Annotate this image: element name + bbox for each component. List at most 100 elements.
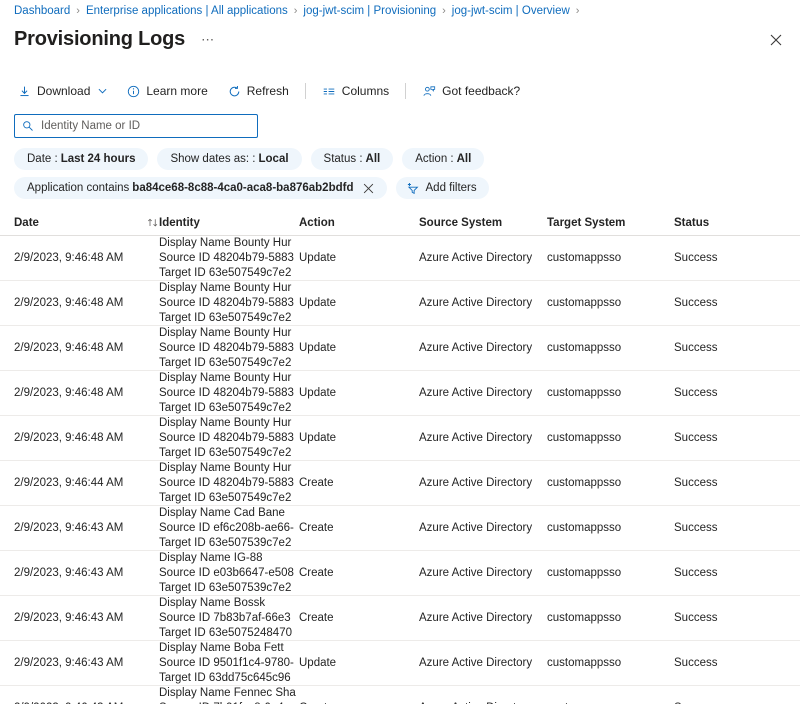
cell-target-system: customappsso: [547, 252, 674, 264]
cell-source-system: Azure Active Directory: [419, 342, 547, 354]
table-row[interactable]: 2/9/2023, 9:46:48 AM Display Name Bounty …: [0, 416, 800, 461]
breadcrumb: Dashboard › Enterprise applications | Al…: [0, 0, 800, 22]
table-row[interactable]: 2/9/2023, 9:46:43 AMDisplay Name Fennec …: [0, 686, 800, 704]
cell-action: Update: [299, 297, 419, 309]
filter-row-primary: Date : Last 24 hours Show dates as: : Lo…: [14, 148, 786, 170]
cell-target-system: customappsso: [547, 432, 674, 444]
cell-identity: Display Name Cad BaneSource ID ef6c208b-…: [159, 506, 299, 551]
learn-more-label: Learn more: [146, 84, 207, 98]
cell-date: 2/9/2023, 9:46:48 AM: [14, 432, 147, 444]
cell-source-system: Azure Active Directory: [419, 387, 547, 399]
filter-pill-action[interactable]: Action : All: [402, 148, 484, 170]
filter-pill-show-dates-as[interactable]: Show dates as: : Local: [157, 148, 301, 170]
close-blade-button[interactable]: [764, 28, 788, 52]
column-header-status[interactable]: Status: [674, 217, 764, 229]
download-button[interactable]: Download: [14, 77, 117, 105]
columns-button[interactable]: Columns: [312, 77, 399, 105]
cell-target-id: Target ID 63e507549c7e2: [159, 266, 299, 281]
filter-pill-status[interactable]: Status : All: [311, 148, 394, 170]
toolbar-divider: [405, 83, 406, 99]
cell-target-system: customappsso: [547, 522, 674, 534]
filter-row-secondary: Application contains ba84ce68-8c88-4ca0-…: [14, 177, 786, 199]
column-header-date[interactable]: Date: [14, 217, 147, 229]
cell-target-id: Target ID 63dd75c645c96: [159, 671, 299, 686]
table-row[interactable]: 2/9/2023, 9:46:48 AM Display Name Bounty …: [0, 236, 800, 281]
filter-pill-application[interactable]: Application contains ba84ce68-8c88-4ca0-…: [14, 177, 387, 199]
breadcrumb-item-overview[interactable]: jog-jwt-scim | Overview: [452, 5, 570, 17]
add-filter-icon: [406, 182, 420, 195]
cell-action: Create: [299, 522, 419, 534]
cell-target-id: Target ID 63e507549c7e2: [159, 356, 299, 371]
cell-identity: Display Name BosskSource ID 7b83b7af-66e…: [159, 596, 299, 641]
cell-target-id: Target ID 63e507549c7e2: [159, 491, 299, 506]
table-row[interactable]: 2/9/2023, 9:46:43 AMDisplay Name BosskSo…: [0, 596, 800, 641]
cell-display-name: Display Name IG-88: [159, 551, 299, 566]
info-icon: [127, 85, 140, 98]
search-placeholder: Identity Name or ID: [41, 115, 250, 137]
breadcrumb-separator-icon: ›: [76, 5, 80, 17]
search-input[interactable]: Identity Name or ID: [14, 114, 258, 138]
remove-application-filter-button[interactable]: [363, 183, 374, 194]
table-row[interactable]: 2/9/2023, 9:46:43 AM Display Name IG-88So…: [0, 551, 800, 596]
cell-target-id: Target ID 63e507549c7e2: [159, 401, 299, 416]
cell-identity: Display Name Bounty HurSource ID 48204b7…: [159, 461, 299, 506]
table-row[interactable]: 2/9/2023, 9:46:48 AMDisplay Name Bounty …: [0, 326, 800, 371]
cell-source-id: Source ID ef6c208b-ae66-: [159, 521, 299, 536]
close-icon: [770, 34, 782, 46]
filter-show-dates-label: Show dates as: :: [170, 153, 255, 165]
column-header-identity[interactable]: Identity: [159, 217, 299, 229]
cell-target-id: Target ID 63e507549c7e2: [159, 311, 299, 326]
cell-date: 2/9/2023, 9:46:48 AM: [14, 252, 147, 264]
filter-bar: Date : Last 24 hours Show dates as: : Lo…: [0, 138, 800, 199]
table-row[interactable]: 2/9/2023, 9:46:48 AMDisplay Name Bounty …: [0, 281, 800, 326]
cell-date: 2/9/2023, 9:46:48 AM: [14, 387, 147, 399]
filter-action-label: Action :: [415, 153, 453, 165]
breadcrumb-item-dashboard[interactable]: Dashboard: [14, 5, 70, 17]
cell-source-id: Source ID 48204b79-5883: [159, 341, 299, 356]
breadcrumb-separator-icon: ›: [576, 5, 580, 17]
search-icon: [22, 120, 34, 132]
table-row[interactable]: 2/9/2023, 9:46:43 AMDisplay Name Boba Fe…: [0, 641, 800, 686]
cell-date: 2/9/2023, 9:46:43 AM: [14, 657, 147, 669]
page-header: Provisioning Logs ⋯: [0, 22, 800, 60]
column-header-source-system[interactable]: Source System: [419, 217, 547, 229]
learn-more-button[interactable]: Learn more: [117, 77, 217, 105]
got-feedback-button[interactable]: Got feedback?: [412, 77, 530, 105]
close-icon: [363, 183, 374, 194]
cell-identity: Display Name Bounty HurSource ID 48204b7…: [159, 416, 299, 461]
column-header-action[interactable]: Action: [299, 217, 419, 229]
table-row[interactable]: 2/9/2023, 9:46:44 AMDisplay Name Bounty …: [0, 461, 800, 506]
status-badge: Success: [674, 612, 764, 624]
filter-application-value: ba84ce68-8c88-4ca0-aca8-ba876ab2bdfd: [132, 182, 353, 194]
cell-target-system: customappsso: [547, 342, 674, 354]
cell-display-name: Display Name Bossk: [159, 596, 299, 611]
cell-source-id: Source ID 48204b79-5883: [159, 251, 299, 266]
cell-identity: Display Name IG-88Source ID e03b6647-e50…: [159, 551, 299, 596]
more-options-button[interactable]: ⋯: [201, 26, 215, 54]
refresh-button[interactable]: Refresh: [218, 77, 299, 105]
breadcrumb-item-enterprise-applications[interactable]: Enterprise applications | All applicatio…: [86, 5, 288, 17]
got-feedback-label: Got feedback?: [442, 84, 520, 98]
cell-action: Update: [299, 342, 419, 354]
cell-target-system: customappsso: [547, 387, 674, 399]
breadcrumb-item-provisioning[interactable]: jog-jwt-scim | Provisioning: [303, 5, 436, 17]
add-filters-button[interactable]: Add filters: [396, 177, 489, 199]
cell-identity: Display Name Bounty HurSource ID 48204b7…: [159, 236, 299, 281]
cell-display-name: Display Name Bounty Hur: [159, 371, 299, 386]
cell-date: 2/9/2023, 9:46:48 AM: [14, 342, 147, 354]
cell-target-system: customappsso: [547, 567, 674, 579]
filter-pill-date[interactable]: Date : Last 24 hours: [14, 148, 148, 170]
table-row[interactable]: 2/9/2023, 9:46:43 AMDisplay Name Cad Ban…: [0, 506, 800, 551]
cell-action: Update: [299, 657, 419, 669]
column-header-target-system[interactable]: Target System: [547, 217, 674, 229]
cell-target-id: Target ID 63e507539c7e2: [159, 536, 299, 551]
cell-target-id: Target ID 63e507539c7e2: [159, 581, 299, 596]
sort-updown-icon[interactable]: [147, 217, 159, 229]
cell-source-id: Source ID 9501f1c4-9780-: [159, 656, 299, 671]
table-row[interactable]: 2/9/2023, 9:46:48 AM Display Name Bounty …: [0, 371, 800, 416]
cell-date: 2/9/2023, 9:46:43 AM: [14, 567, 147, 579]
search-container: Identity Name or ID: [0, 108, 800, 138]
cell-target-system: customappsso: [547, 612, 674, 624]
cell-display-name: Display Name Bounty Hur: [159, 281, 299, 296]
cell-identity: Display Name Fennec ShaSource ID 7b91fec…: [159, 686, 299, 704]
